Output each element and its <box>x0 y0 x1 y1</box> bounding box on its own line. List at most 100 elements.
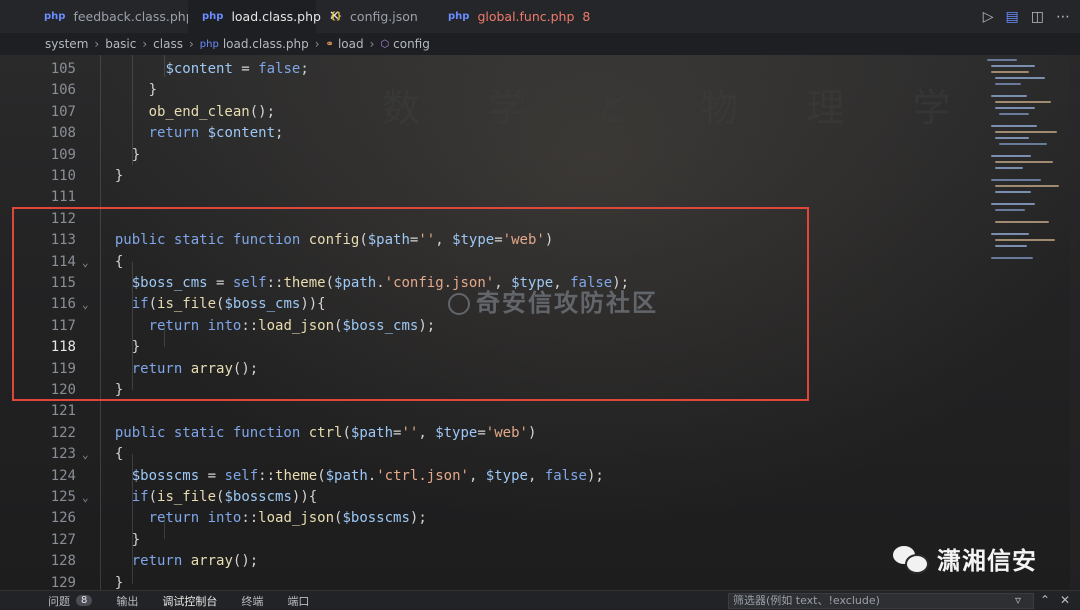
watermark-logo-icon <box>448 293 470 315</box>
code-line: 124 $bosscms = self::theme($path.'ctrl.j… <box>30 466 976 487</box>
code-line: 105 $content = false; <box>30 59 976 80</box>
code-line: 127 } <box>30 530 976 551</box>
line-number: 109 <box>50 146 76 163</box>
chevron-down-icon[interactable]: ⌄ <box>82 487 89 508</box>
tab-ports[interactable]: 端口 <box>275 593 321 609</box>
line-number: 110 <box>50 168 76 184</box>
code-line: 108 return $content; <box>30 123 976 144</box>
code-line: 128 return array(); <box>30 551 976 572</box>
chevron-right-icon: › <box>369 37 375 51</box>
watermark: 奇安信攻防社区 <box>448 283 658 318</box>
chevron-down-icon[interactable]: ⌄ <box>82 444 89 465</box>
breadcrumb-item-config[interactable]: config <box>393 37 430 51</box>
chevron-right-icon: › <box>142 37 148 51</box>
filter-input[interactable]: 筛选器(例如 text、!exclude) <box>728 593 1034 609</box>
code-line: 107 ob_end_clean(); <box>30 102 976 123</box>
tab-label: 输出 <box>116 594 139 608</box>
code-text: } <box>98 574 124 590</box>
code-line: 121 <box>30 401 976 422</box>
more-icon[interactable]: ⋯ <box>1056 9 1070 25</box>
line-number: 121 <box>50 403 76 420</box>
tab-label: 问题 <box>48 594 70 608</box>
line-number: 125 <box>50 489 76 505</box>
code-text: } <box>98 146 141 163</box>
breadcrumb-item-system[interactable]: system <box>45 37 88 51</box>
brand-text: 潇湘信安 <box>937 547 1037 575</box>
breadcrumb-item-file[interactable]: load.class.php <box>223 37 309 51</box>
tab-label: global.func.php <box>477 9 575 24</box>
code-text: ob_end_clean(); <box>148 103 276 120</box>
file-icon[interactable]: ▤ <box>1006 9 1019 25</box>
tab-problems[interactable]: 问题 8 <box>36 593 104 609</box>
code-line: 106 } <box>30 80 976 101</box>
breadcrumb-item-basic[interactable]: basic <box>105 37 136 51</box>
code-line: 109 } <box>30 145 976 166</box>
tab-global-func[interactable]: php global.func.php 8 <box>434 0 590 33</box>
method-icon: ⬡ <box>380 38 390 50</box>
code-text: } <box>98 82 158 99</box>
line-number: 107 <box>50 103 76 120</box>
tab-label: 终端 <box>241 594 264 608</box>
tab-label: 端口 <box>287 594 310 608</box>
tab-output[interactable]: 输出 <box>104 593 150 609</box>
php-file-icon: php <box>44 11 66 22</box>
php-file-icon: php <box>202 11 224 22</box>
php-file-icon: php <box>448 11 470 22</box>
run-debug-icon[interactable]: ▷ <box>983 9 994 25</box>
tab-config-json[interactable]: {} config.json <box>316 0 434 33</box>
tab-label: load.class.php <box>231 9 321 24</box>
wechat-icon <box>893 544 929 574</box>
close-icon[interactable]: ✕ <box>1060 593 1070 607</box>
code-text: } <box>98 168 124 184</box>
chevron-right-icon: › <box>94 37 100 51</box>
code-text: return into::load_json($bosscms); <box>148 510 427 527</box>
code-text: { <box>98 446 124 463</box>
line-number: 106 <box>50 82 76 99</box>
tab-label: 调试控制台 <box>162 594 218 608</box>
line-number: 108 <box>50 125 76 142</box>
code-text: return array(); <box>131 553 259 570</box>
vertical-scrollbar[interactable] <box>1070 55 1080 590</box>
chevron-right-icon: › <box>314 37 320 51</box>
tab-terminal[interactable]: 终端 <box>229 593 275 609</box>
line-number: 111 <box>50 189 76 206</box>
code-line: 122 public static function ctrl($path=''… <box>30 423 976 444</box>
minimap[interactable] <box>985 55 1070 285</box>
code-editor[interactable]: 数 学 と 物 理 学 105 $content = false; 106 } … <box>0 55 1080 590</box>
tab-load-class[interactable]: php load.class.php ✕ <box>188 0 340 33</box>
tab-label: feedback.class.php <box>73 9 194 24</box>
watermark-text: 奇安信攻防社区 <box>476 289 658 317</box>
line-number: 128 <box>50 553 76 570</box>
code-text: public static function ctrl($path='', $t… <box>114 424 537 441</box>
code-text: if(is_file($bosscms)){ <box>131 489 318 505</box>
tab-debug-console[interactable]: 调试控制台 <box>150 593 229 609</box>
editor-tab-bar: php feedback.class.php php load.class.ph… <box>0 0 1080 34</box>
code-line: 123 ⌄ { <box>30 444 976 465</box>
chevron-right-icon: › <box>188 37 194 51</box>
breadcrumb-item-class[interactable]: class <box>153 37 183 51</box>
code-line: 129 } <box>30 573 976 590</box>
code-line: 110 } <box>30 166 976 187</box>
breadcrumb-item-load[interactable]: load <box>338 37 364 51</box>
tab-feedback-class[interactable]: php feedback.class.php <box>30 0 194 33</box>
code-text: return $content; <box>148 125 284 142</box>
brand-badge: 潇湘信安 <box>893 541 1037 576</box>
tab-label: config.json <box>350 9 418 24</box>
code-text: $bosscms = self::theme($path.'ctrl.json'… <box>131 467 604 484</box>
code-text: $content = false; <box>165 61 309 77</box>
line-number: 105 <box>50 61 76 77</box>
split-editor-icon[interactable]: ◫ <box>1031 9 1044 25</box>
code-text: } <box>98 531 141 548</box>
highlight-box <box>12 207 809 401</box>
filter-icon[interactable]: ▿ <box>1015 593 1021 607</box>
problems-count-badge: 8 <box>76 595 93 606</box>
line-number: 126 <box>50 510 76 527</box>
breadcrumb: system › basic › class › php load.class.… <box>0 33 1080 55</box>
line-number: 124 <box>50 467 76 484</box>
php-file-icon: php <box>199 38 219 50</box>
code-line: 111 <box>30 187 976 208</box>
class-icon: ⚭ <box>325 38 334 50</box>
line-number: 122 <box>50 424 76 441</box>
chevron-up-icon[interactable]: ⌃ <box>1040 593 1050 607</box>
json-file-icon: {} <box>330 11 343 22</box>
